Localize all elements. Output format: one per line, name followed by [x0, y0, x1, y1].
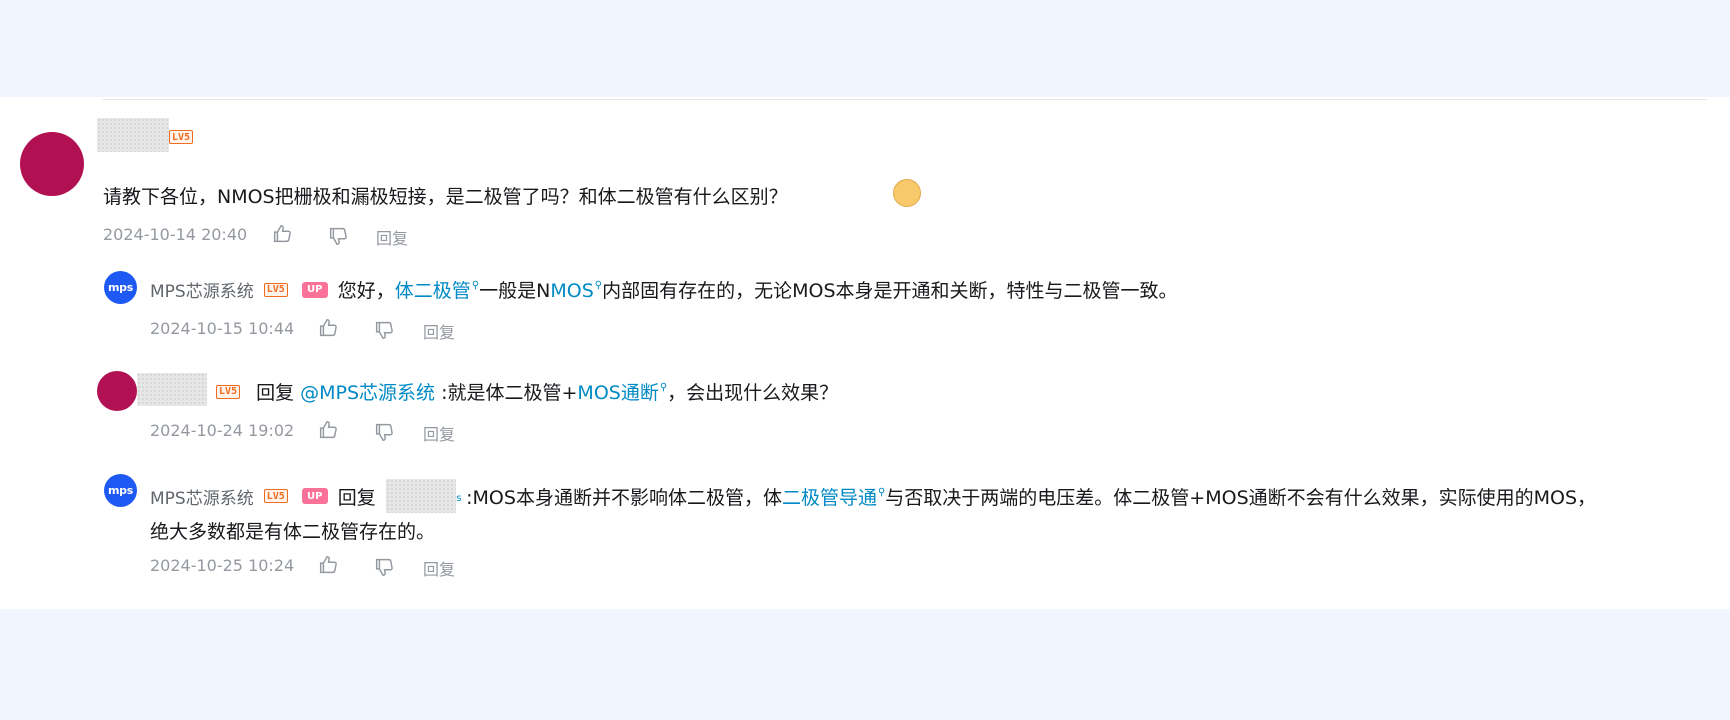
mps-avatar[interactable]: mps — [104, 271, 137, 304]
dislike-icon[interactable] — [373, 556, 395, 578]
mps-avatar[interactable]: mps — [104, 474, 137, 507]
reply-line: LV5 回复 @MPS芯源系统 :就是体二极管+MOS通断⚲，会出现什么效果？ — [216, 378, 838, 405]
like-icon[interactable] — [317, 419, 339, 441]
link-text: MOS — [550, 280, 594, 302]
mention-link[interactable]: @MPS芯源系统 — [300, 382, 435, 404]
text-part: 您好， — [337, 280, 395, 302]
search-icon: ⚲ — [659, 382, 668, 393]
reply-time: 2024-10-25 10:24 — [150, 556, 295, 575]
reply-time: 2024-10-15 10:44 — [150, 319, 295, 338]
search-link[interactable]: MOS⚲ — [550, 280, 602, 302]
reply-button[interactable]: 回复 — [376, 225, 408, 249]
link-text: 二极管导通 — [781, 486, 877, 509]
doge-emoji — [893, 179, 921, 207]
username[interactable]: MPS芯源系统 — [150, 484, 254, 509]
search-link[interactable]: 二极管导通⚲ — [782, 487, 885, 509]
search-icon: ⚲ — [594, 280, 603, 291]
avatar-text: mps — [108, 484, 133, 497]
text-part: :就是体二极管+ — [435, 382, 578, 404]
reply-prefix: 回复 — [256, 382, 295, 404]
reply-prefix: 回复 — [337, 486, 376, 509]
search-icon: ⚲ — [471, 280, 480, 291]
search-icon: ⚲ — [877, 486, 886, 498]
comment-text: 请教下各位，NMOS把栅极和漏极短接，是二极管了吗？和体二极管有什么区别？ — [103, 182, 788, 209]
search-link[interactable]: MOS通断⚲ — [577, 382, 667, 404]
dislike-icon[interactable] — [327, 225, 349, 247]
blurred-username — [385, 479, 456, 513]
reply-text: 您好，体二极管⚲一般是NMOS⚲内部固有存在的，无论MOS本身是开通和关断，特性… — [338, 276, 1178, 303]
dislike-icon[interactable] — [373, 421, 395, 443]
link-text: 体二极管 — [394, 280, 471, 302]
user-avatar[interactable] — [20, 132, 84, 196]
text-part: 内部固有存在的，无论MOS本身是开通和关断，特性与二极管一致。 — [602, 280, 1178, 302]
blurred-username[interactable] — [137, 373, 207, 406]
comment-panel: LV5 请教下各位，NMOS把栅极和漏极短接，是二极管了吗？和体二极管有什么区别… — [0, 97, 1730, 609]
user-avatar[interactable] — [97, 371, 137, 411]
level-badge: LV5 — [216, 384, 241, 399]
comment-time: 2024-10-14 20:40 — [103, 225, 248, 244]
comment-content: 请教下各位，NMOS把栅极和漏极短接，是二极管了吗？和体二极管有什么区别？ — [103, 186, 788, 208]
like-icon[interactable] — [317, 554, 339, 576]
level-badge: LV5 — [169, 130, 194, 144]
level-badge: LV5 — [263, 489, 288, 503]
dislike-icon[interactable] — [373, 319, 395, 341]
reply-text-line2: 绝大多数都是有体二极管存在的。 — [150, 521, 436, 543]
reply-line: MPS芯源系统 LV5 UP 回复 ₛ :MOS本身通断并不影响体二极管，体二极… — [150, 479, 1596, 513]
reply-button[interactable]: 回复 — [423, 556, 455, 580]
mention-tail: ₛ — [455, 486, 463, 506]
text-part: 与否取决于两端的电压差。体二极管+MOS通断不会有什么效果，实际使用的MOS， — [885, 486, 1597, 509]
divider — [103, 99, 1707, 100]
link-text: MOS通断 — [577, 382, 659, 404]
blurred-username[interactable] — [97, 118, 169, 152]
text-part: ，会出现什么效果？ — [667, 382, 839, 404]
reply-line: MPS芯源系统 LV5 UP 您好，体二极管⚲一般是NMOS⚲内部固有存在的，无… — [150, 276, 1178, 303]
text-part: :MOS本身通断并不影响体二极管，体 — [466, 486, 782, 509]
reply-button[interactable]: 回复 — [423, 421, 455, 445]
up-badge: UP — [301, 281, 328, 298]
avatar-text: mps — [108, 281, 133, 294]
text-part: 一般是N — [479, 280, 551, 302]
reply-text: 回复 @MPS芯源系统 :就是体二极管+MOS通断⚲，会出现什么效果？ — [256, 378, 838, 405]
reply-time: 2024-10-24 19:02 — [150, 421, 295, 440]
reply-button[interactable]: 回复 — [423, 319, 455, 343]
search-link[interactable]: 体二极管⚲ — [395, 280, 479, 302]
reply-text: :MOS本身通断并不影响体二极管，体二极管导通⚲与否取决于两端的电压差。体二极管… — [466, 483, 1596, 510]
blurred-mention[interactable]: ₛ — [385, 479, 463, 513]
like-icon[interactable] — [271, 223, 293, 245]
like-icon[interactable] — [317, 317, 339, 339]
up-badge: UP — [301, 488, 328, 504]
level-badge: LV5 — [263, 282, 288, 297]
username[interactable]: MPS芯源系统 — [150, 277, 254, 302]
